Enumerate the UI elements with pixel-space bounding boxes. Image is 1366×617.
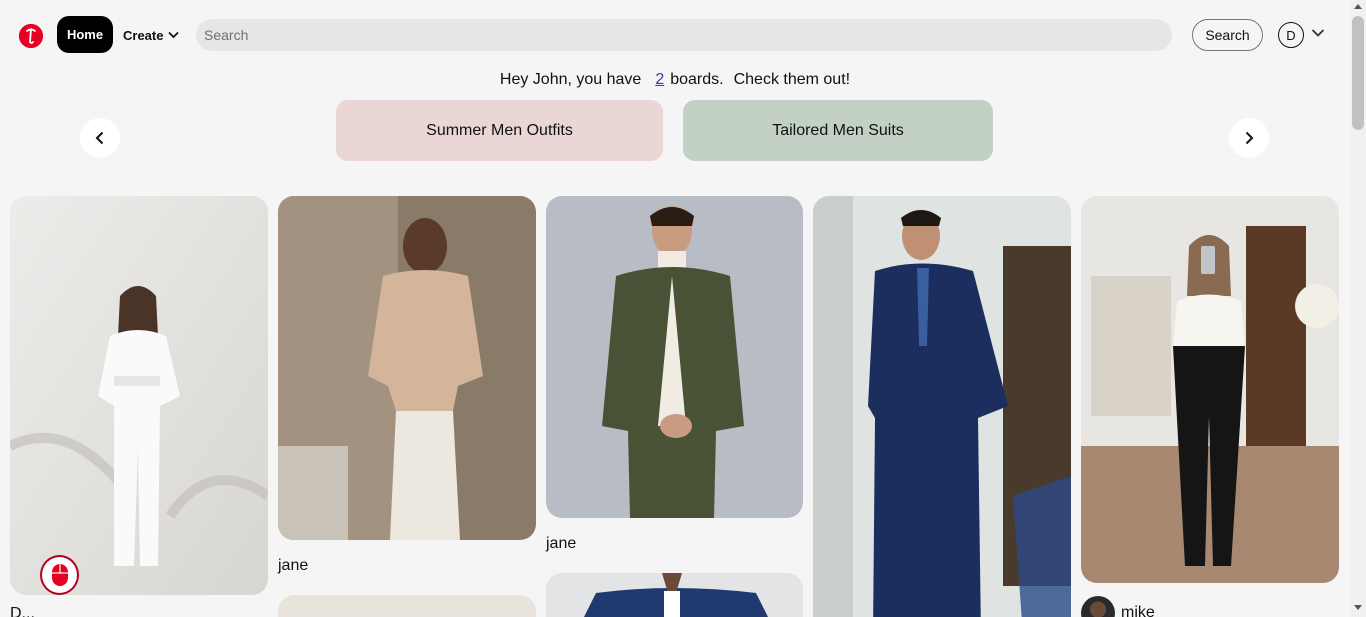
pin-image[interactable] [1081,196,1339,583]
carousel-next-button[interactable] [1229,118,1269,158]
pin-author[interactable]: mike [1121,604,1155,617]
greeting-prefix: Hey John, you have [499,71,642,88]
search-placeholder: Search [204,27,249,43]
board-greeting: Hey John, you have 2 boards. Check them out… [0,71,1350,89]
board-card-tailored-men-suits[interactable]: Tailored Men Suits [683,100,993,161]
pin-author[interactable]: D... [10,605,35,617]
create-label: Create [123,27,164,43]
pin-author-avatar[interactable] [1081,596,1115,617]
pin-image[interactable] [546,573,803,617]
pin-image[interactable] [10,196,268,595]
scroll-thumb[interactable] [1352,16,1364,130]
chevron-right-icon [1245,131,1254,145]
mouse-icon[interactable] [40,555,79,595]
greeting-cta: Check them out! [733,71,851,88]
board-card-summer-men-outfits[interactable]: Summer Men Outfits [336,100,663,161]
scroll-up-arrow-icon[interactable] [1354,4,1362,9]
scroll-down-arrow-icon[interactable] [1354,605,1362,610]
carousel-prev-button[interactable] [80,118,120,158]
account-chevron-down-icon[interactable] [1311,28,1325,38]
search-button[interactable]: Search [1192,19,1263,51]
pin-image[interactable] [546,196,803,518]
brand-logo-icon[interactable] [19,24,43,48]
search-input[interactable]: Search [196,19,1172,51]
chevron-left-icon [95,131,104,145]
home-button[interactable]: Home [57,16,113,53]
board-count-link[interactable]: 2 [655,71,664,88]
pin-author[interactable]: jane [278,557,308,575]
create-menu-button[interactable]: Create [123,25,180,45]
pin-image[interactable] [813,196,1071,617]
greeting-suffix: boards. [670,71,724,88]
pin-author[interactable]: jane [546,535,576,553]
page-scrollbar[interactable] [1350,0,1366,617]
top-nav: Home Create Search Search D [0,0,1350,70]
avatar[interactable]: D [1278,22,1304,48]
chevron-down-icon [168,31,180,39]
pin-image[interactable] [278,196,536,540]
pin-image[interactable] [278,595,536,617]
